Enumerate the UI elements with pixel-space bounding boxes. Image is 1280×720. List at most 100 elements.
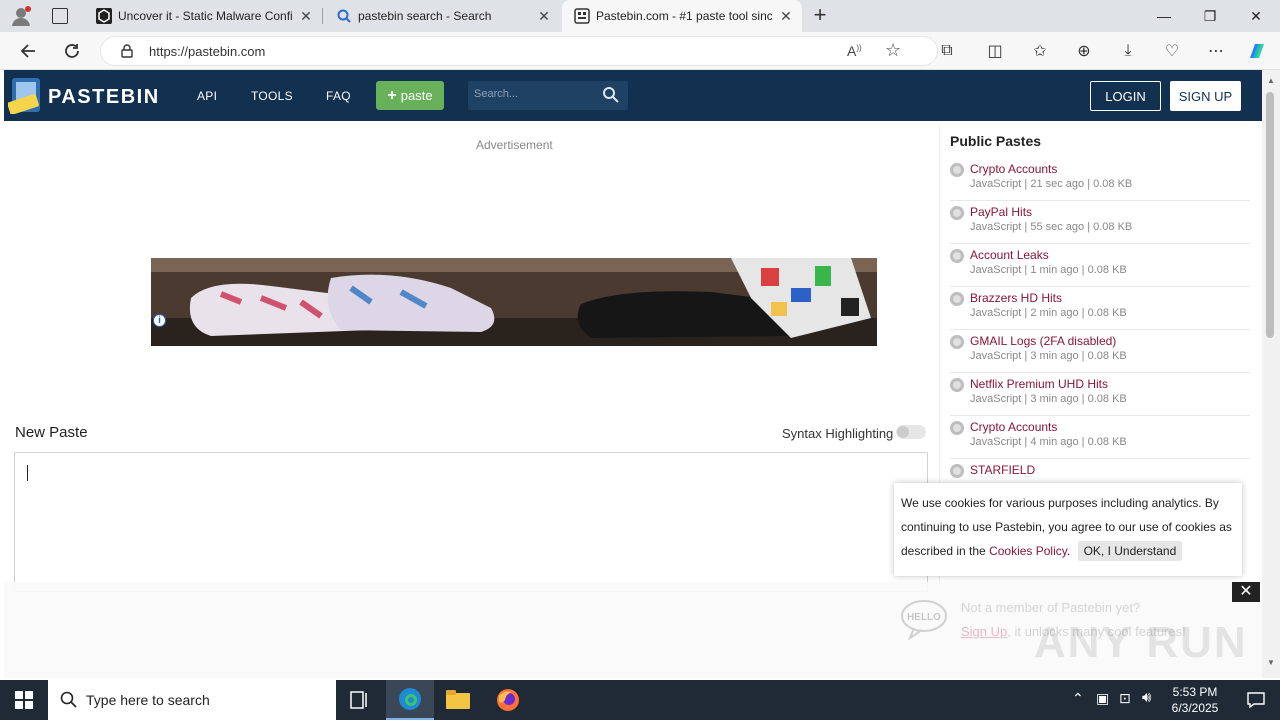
downloads-icon[interactable]: ⤓ — [1116, 39, 1140, 63]
volume-icon[interactable]: 🔊︎ — [1142, 689, 1151, 706]
advertisement-label: Advertisement — [476, 138, 553, 152]
collections-icon[interactable]: ⊕ — [1072, 39, 1096, 63]
cookie-banner: We use cookies for various purposes incl… — [894, 483, 1242, 576]
public-paste-item[interactable]: GMAIL Logs (2FA disabled) JavaScript | 3 … — [950, 330, 1250, 373]
tab-title: Pastebin.com - #1 paste tool sinc — [596, 9, 772, 23]
ad-banner[interactable]: i — [151, 258, 877, 346]
edge-taskbar-icon[interactable] — [386, 680, 434, 720]
globe-icon — [950, 163, 964, 177]
browser-essentials-icon[interactable]: ♡ — [1160, 39, 1184, 63]
show-hidden-icons[interactable]: ⌃ — [1072, 690, 1084, 707]
back-icon[interactable] — [16, 39, 40, 63]
signup-label: SIGN UP — [1178, 88, 1233, 104]
close-tab-icon[interactable]: ✕ — [536, 8, 552, 24]
promo-question: Not a member of Pastebin yet? — [961, 600, 1141, 615]
new-tab-icon[interactable]: + — [808, 4, 832, 28]
paste-title-link[interactable]: STARFIELD — [970, 463, 1035, 477]
split-screen-icon[interactable]: ◫ — [983, 39, 1007, 63]
globe-icon — [950, 292, 964, 306]
close-tab-icon[interactable]: ✕ — [778, 8, 794, 24]
notifications-icon[interactable] — [1232, 680, 1280, 720]
tab-uncover-it[interactable]: Uncover it - Static Malware Confi ✕ — [84, 0, 322, 32]
tab-title: pastebin search - Search — [358, 9, 492, 23]
page-scrollbar[interactable]: ▲ ▼ — [1262, 70, 1280, 678]
taskbar-search[interactable]: Type here to search — [48, 680, 336, 720]
profile-icon[interactable] — [10, 5, 32, 27]
meet-now-icon[interactable]: ▣ — [1096, 690, 1109, 707]
public-paste-item[interactable]: PayPal Hits JavaScript | 55 sec ago | 0.0… — [950, 201, 1250, 244]
paste-title-link[interactable]: PayPal Hits — [970, 205, 1032, 219]
read-aloud-icon[interactable]: A)) — [847, 43, 862, 59]
cookie-period: . — [1066, 544, 1071, 558]
text-caret — [27, 465, 28, 481]
nav-tools[interactable]: TOOLS — [251, 89, 293, 103]
more-options-icon[interactable]: ⋯ — [1204, 39, 1228, 63]
paste-meta: JavaScript | 3 min ago | 0.08 KB — [970, 350, 1127, 362]
scroll-down-icon[interactable]: ▼ — [1267, 658, 1275, 667]
lock-icon[interactable] — [121, 44, 133, 58]
syntax-highlighting-toggle[interactable] — [896, 425, 926, 439]
close-promo-icon[interactable]: ✕ — [1232, 582, 1260, 602]
paste-title-link[interactable]: Brazzers HD Hits — [970, 291, 1062, 305]
cookie-ok-button[interactable]: OK, I Understand — [1077, 541, 1183, 561]
plus-icon: + — [387, 86, 397, 104]
restore-icon[interactable]: ❐ — [1187, 0, 1233, 32]
public-paste-item[interactable]: Account Leaks JavaScript | 1 min ago | 0.… — [950, 244, 1250, 287]
login-button[interactable]: LOGIN — [1090, 81, 1161, 111]
file-explorer-icon[interactable] — [434, 680, 482, 720]
search-icon — [60, 691, 77, 708]
signup-button[interactable]: SIGN UP — [1170, 81, 1241, 111]
close-tab-icon[interactable]: ✕ — [298, 8, 314, 24]
minimize-icon[interactable]: — — [1141, 0, 1187, 32]
globe-icon — [950, 421, 964, 435]
ad-info-icon[interactable]: i — [153, 314, 166, 327]
favorites-icon[interactable]: ✩ — [1028, 39, 1052, 63]
cookies-policy-link[interactable]: Cookies Policy — [989, 544, 1067, 558]
hexagon-icon — [96, 8, 112, 24]
promo-signup-link[interactable]: Sign Up — [961, 624, 1007, 639]
paste-textarea[interactable] — [14, 452, 928, 592]
new-paste-heading: New Paste — [15, 424, 88, 441]
network-icon[interactable]: ⊡ — [1119, 690, 1131, 707]
tab-actions-icon[interactable] — [52, 8, 68, 24]
favorite-star-icon[interactable]: ☆ — [885, 40, 901, 61]
search-input[interactable] — [474, 88, 594, 100]
tab-pastebin-search[interactable]: pastebin search - Search ✕ — [324, 0, 560, 32]
paste-title-link[interactable]: Crypto Accounts — [970, 162, 1057, 176]
paste-title-link[interactable]: Netflix Premium UHD Hits — [970, 377, 1108, 391]
refresh-icon[interactable] — [60, 39, 84, 63]
public-paste-item[interactable]: Brazzers HD Hits JavaScript | 2 min ago |… — [950, 287, 1250, 330]
logo-icon — [8, 78, 40, 114]
windows-start-icon[interactable] — [0, 680, 48, 720]
extensions-icon[interactable]: ⧉ — [935, 39, 959, 63]
task-view-icon[interactable] — [336, 680, 384, 720]
firefox-icon[interactable] — [484, 680, 532, 720]
close-window-icon[interactable]: ✕ — [1233, 0, 1279, 32]
nav-faq[interactable]: FAQ — [326, 89, 351, 103]
scroll-up-icon[interactable]: ▲ — [1267, 76, 1275, 85]
system-clock[interactable]: 5:53 PM 6/3/2025 — [1164, 684, 1226, 716]
globe-icon — [950, 249, 964, 263]
new-paste-button[interactable]: + paste — [376, 81, 444, 110]
paste-title-link[interactable]: Account Leaks — [970, 248, 1049, 262]
logo-text: PASTEBIN — [48, 86, 160, 108]
globe-icon — [950, 464, 964, 478]
clock-date: 6/3/2025 — [1171, 701, 1219, 715]
address-bar[interactable]: https://pastebin.com A)) ☆ — [100, 36, 938, 66]
windows-taskbar: Type here to search ⌃ ▣ ⊡ 🔊︎ 5:53 PM 6/3… — [0, 680, 1280, 720]
copilot-icon[interactable] — [1245, 39, 1269, 63]
public-paste-item[interactable]: Crypto Accounts JavaScript | 21 sec ago |… — [950, 158, 1250, 201]
shoes-ad-image — [151, 258, 877, 346]
scrollbar-thumb[interactable] — [1266, 92, 1274, 338]
search-icon[interactable] — [602, 86, 620, 104]
globe-icon — [950, 206, 964, 220]
nav-api[interactable]: API — [197, 89, 217, 103]
public-paste-item[interactable]: Crypto Accounts JavaScript | 4 min ago | … — [950, 416, 1250, 459]
pastebin-logo[interactable]: PASTEBIN — [8, 74, 158, 116]
public-paste-item[interactable]: Netflix Premium UHD Hits JavaScript | 3 m… — [950, 373, 1250, 416]
paste-title-link[interactable]: GMAIL Logs (2FA disabled) — [970, 334, 1116, 348]
paste-title-link[interactable]: Crypto Accounts — [970, 420, 1057, 434]
hello-speech-bubble-icon: HELLO — [901, 600, 947, 640]
tab-pastebin[interactable]: Pastebin.com - #1 paste tool sinc ✕ — [562, 0, 802, 32]
site-search — [468, 81, 628, 110]
